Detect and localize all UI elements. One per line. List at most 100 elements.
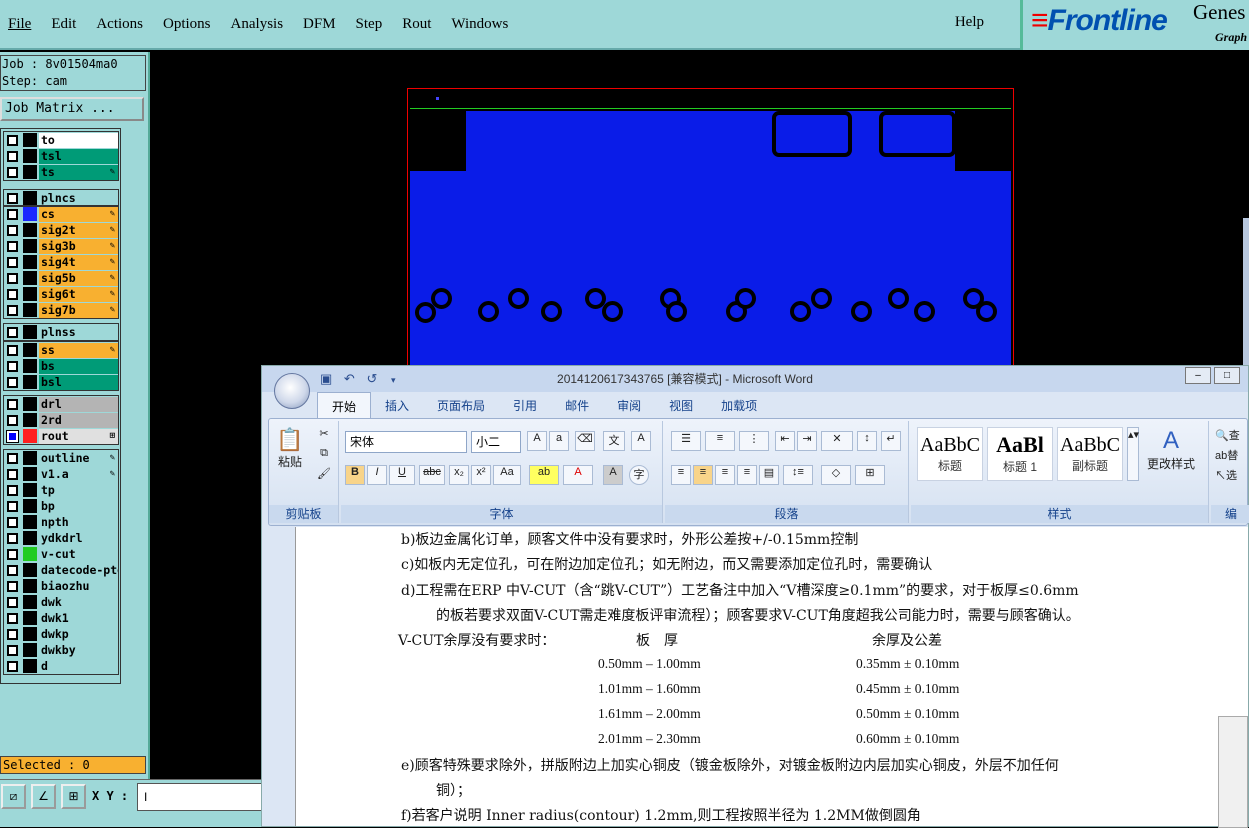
layer-checkbox[interactable] — [7, 224, 18, 236]
layer-checkbox[interactable] — [7, 612, 18, 624]
layer-color-swatch[interactable] — [23, 643, 37, 657]
layer-row[interactable]: dwkp — [4, 626, 118, 642]
layer-checkbox[interactable] — [7, 468, 18, 480]
layer-color-swatch[interactable] — [23, 499, 37, 513]
layer-checkbox[interactable] — [7, 660, 18, 672]
save-icon[interactable]: ▣ — [320, 371, 332, 386]
layer-name[interactable]: dwk1 — [39, 610, 118, 626]
layer-color-swatch[interactable] — [23, 659, 37, 673]
font-size-combo[interactable]: 小二 — [471, 431, 521, 453]
layer-checkbox[interactable] — [7, 596, 18, 608]
layer-name[interactable]: dwkp — [39, 626, 118, 642]
menu-step[interactable]: Step — [356, 16, 383, 33]
layer-name[interactable]: to — [39, 132, 118, 148]
layer-row[interactable]: ss ✎ — [4, 342, 118, 358]
layer-color-swatch[interactable] — [23, 429, 37, 443]
tab-mailings[interactable]: 邮件 — [551, 392, 603, 418]
find-button[interactable]: 🔍查 — [1215, 427, 1245, 445]
multilevel-list-icon[interactable]: ⋮ — [739, 431, 769, 451]
layer-color-swatch[interactable] — [23, 207, 37, 221]
layer-name[interactable]: cs ✎ — [39, 206, 118, 222]
strikethrough-icon[interactable]: abc — [419, 465, 445, 485]
layer-checkbox[interactable] — [7, 326, 18, 338]
shading-icon[interactable]: ◇ — [821, 465, 851, 485]
layer-row[interactable]: dwkby — [4, 642, 118, 658]
layer-name[interactable]: plnss — [39, 324, 118, 340]
layer-color-swatch[interactable] — [23, 255, 37, 269]
layer-row[interactable]: ts ✎ — [4, 164, 118, 180]
tab-references[interactable]: 引用 — [499, 392, 551, 418]
layer-color-swatch[interactable] — [23, 627, 37, 641]
layer-row[interactable]: bs — [4, 358, 118, 374]
layer-checkbox[interactable] — [7, 256, 18, 268]
layer-color-swatch[interactable] — [23, 451, 37, 465]
layer-checkbox[interactable] — [7, 580, 18, 592]
pcb-view[interactable] — [407, 88, 1014, 373]
layer-checkbox[interactable] — [7, 304, 18, 316]
layer-color-swatch[interactable] — [23, 611, 37, 625]
layer-row[interactable]: sig7b ✎ — [4, 302, 118, 318]
layer-name[interactable]: sig7b ✎ — [39, 302, 118, 318]
layer-checkbox[interactable] — [7, 272, 18, 284]
document-page[interactable]: b)板边金属化订单，顾客文件中没有要求时，外形公差按+/-0.15mm控制 c)… — [295, 527, 1248, 826]
enclose-char-icon[interactable]: 字 — [629, 465, 649, 485]
layer-checkbox[interactable] — [7, 376, 18, 388]
layer-color-swatch[interactable] — [23, 287, 37, 301]
measure-button[interactable]: ∠ — [31, 784, 56, 809]
layer-row[interactable]: d — [4, 658, 118, 674]
format-painter-icon[interactable]: 🖌 — [315, 467, 333, 483]
layer-name[interactable]: v1.a ✎ — [39, 466, 118, 482]
bold-icon[interactable]: B — [345, 465, 365, 485]
layer-row[interactable]: sig5b ✎ — [4, 270, 118, 286]
layer-name[interactable]: drl — [39, 396, 118, 412]
layer-name[interactable]: ydkdrl — [39, 530, 118, 546]
layer-row[interactable]: v-cut — [4, 546, 118, 562]
borders-icon[interactable]: ⊞ — [855, 465, 885, 485]
layer-row[interactable]: datecode-pte — [4, 562, 118, 578]
clear-format-icon[interactable]: ⌫ — [575, 431, 595, 451]
tab-page-layout[interactable]: 页面布局 — [423, 392, 499, 418]
layer-checkbox[interactable] — [7, 398, 18, 410]
layer-checkbox[interactable] — [7, 644, 18, 656]
layer-row[interactable]: sig6t ✎ — [4, 286, 118, 302]
tab-review[interactable]: 审阅 — [603, 392, 655, 418]
char-border-icon[interactable]: A — [631, 431, 651, 451]
menu-actions[interactable]: Actions — [96, 16, 143, 33]
layer-row[interactable]: dwk — [4, 594, 118, 610]
qat-dropdown-icon[interactable]: ▾ — [391, 375, 396, 385]
char-shading-icon[interactable]: A — [603, 465, 623, 485]
underline-icon[interactable]: U — [389, 465, 415, 485]
layer-name[interactable]: sig6t ✎ — [39, 286, 118, 302]
layer-name[interactable]: sig2t ✎ — [39, 222, 118, 238]
layer-checkbox[interactable] — [7, 360, 18, 372]
layer-name[interactable]: sig4t ✎ — [39, 254, 118, 270]
distributed-icon[interactable]: ▤ — [759, 465, 779, 485]
job-matrix-button[interactable]: Job Matrix ... — [0, 97, 144, 121]
asian-layout-icon[interactable]: ✕ — [821, 431, 853, 451]
line-spacing-icon[interactable]: ↕≡ — [783, 465, 813, 485]
menu-analysis[interactable]: Analysis — [231, 16, 284, 33]
layer-checkbox[interactable] — [7, 516, 18, 528]
menu-help[interactable]: Help — [955, 14, 984, 31]
layer-name[interactable]: bp — [39, 498, 118, 514]
highlight-icon[interactable]: ab — [529, 465, 559, 485]
undo-icon[interactable]: ↶ — [344, 371, 355, 386]
layer-checkbox[interactable] — [7, 484, 18, 496]
maximize-button[interactable]: □ — [1214, 367, 1240, 384]
layer-name[interactable]: sig5b ✎ — [39, 270, 118, 286]
layer-color-swatch[interactable] — [23, 579, 37, 593]
layer-color-swatch[interactable] — [23, 413, 37, 427]
change-styles-button[interactable]: A 更改样式 — [1143, 427, 1199, 487]
layer-color-swatch[interactable] — [23, 223, 37, 237]
layer-color-swatch[interactable] — [23, 483, 37, 497]
replace-button[interactable]: ab替 — [1215, 447, 1245, 465]
layer-row[interactable]: sig3b ✎ — [4, 238, 118, 254]
layer-row[interactable]: 2rd — [4, 412, 118, 428]
layer-color-swatch[interactable] — [23, 359, 37, 373]
tab-home[interactable]: 开始 — [317, 392, 372, 418]
align-center-icon[interactable]: ≡ — [693, 465, 713, 485]
word-title-bar[interactable]: 2014120617343765 [兼容模式] - Microsoft Word — [262, 366, 1248, 392]
zoom-box-button[interactable]: ⧄ — [1, 784, 26, 809]
layer-color-swatch[interactable] — [23, 271, 37, 285]
layer-checkbox[interactable] — [7, 414, 18, 426]
